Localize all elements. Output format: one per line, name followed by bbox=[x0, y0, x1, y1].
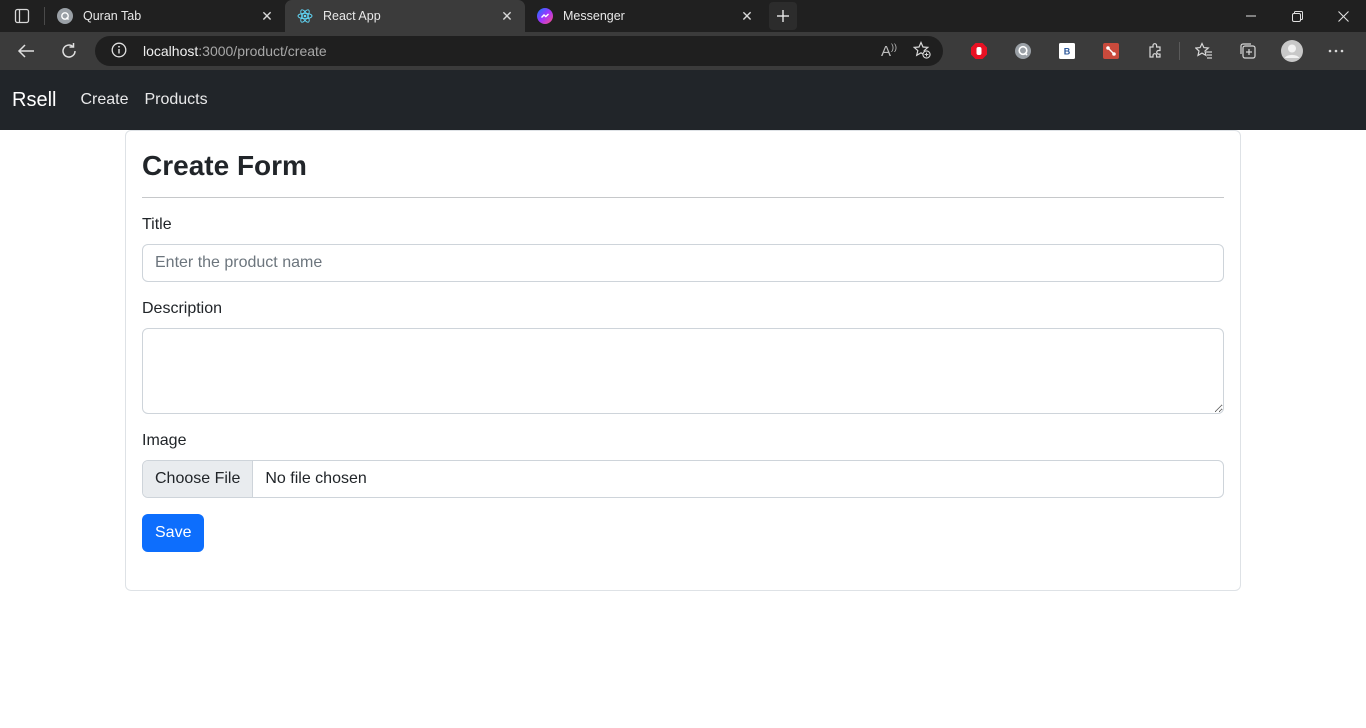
browser-tab-react-app[interactable]: React App ✕ bbox=[285, 0, 525, 32]
read-aloud-icon[interactable]: A)) bbox=[881, 42, 897, 60]
refresh-icon[interactable] bbox=[52, 36, 88, 66]
form-title: Create Form bbox=[142, 150, 307, 181]
collections-icon[interactable] bbox=[1226, 36, 1270, 66]
quran-extension-icon[interactable] bbox=[1001, 36, 1045, 66]
url-path: :3000/product/create bbox=[198, 43, 327, 59]
address-bar[interactable]: localhost:3000/product/create A)) bbox=[95, 36, 943, 66]
window-controls bbox=[1228, 0, 1366, 32]
nav-link-create[interactable]: Create bbox=[72, 91, 136, 109]
url-text: localhost:3000/product/create bbox=[143, 43, 881, 59]
browser-tab-quran[interactable]: Quran Tab ✕ bbox=[45, 0, 285, 32]
tab-title: React App bbox=[323, 9, 381, 23]
create-form-card: Create Form Title Description Image Choo… bbox=[125, 130, 1241, 591]
tab-actions-menu-icon[interactable] bbox=[7, 4, 37, 28]
add-favorite-icon[interactable] bbox=[912, 40, 931, 62]
url-host: localhost bbox=[143, 43, 199, 59]
save-button[interactable]: Save bbox=[142, 513, 205, 552]
new-tab-button[interactable] bbox=[769, 2, 797, 30]
restore-icon[interactable] bbox=[1274, 0, 1320, 32]
image-group: Image Choose File No file chosen bbox=[142, 432, 1224, 498]
minimize-icon[interactable] bbox=[1228, 0, 1274, 32]
close-tab-icon[interactable]: ✕ bbox=[499, 8, 515, 24]
b-extension-icon[interactable]: B bbox=[1045, 36, 1089, 66]
title-group: Title bbox=[142, 216, 1224, 282]
messenger-icon bbox=[537, 8, 553, 24]
profile-avatar-icon[interactable] bbox=[1270, 36, 1314, 66]
nav-link-products[interactable]: Products bbox=[136, 91, 215, 109]
tab-title: Messenger bbox=[563, 9, 625, 23]
toolbar-separator bbox=[1179, 42, 1180, 60]
favorites-icon[interactable] bbox=[1182, 36, 1226, 66]
brand-logo-link[interactable]: Rsell bbox=[12, 89, 56, 112]
browser-toolbar: localhost:3000/product/create A)) B bbox=[0, 32, 1366, 70]
tab-actions bbox=[0, 0, 44, 32]
image-label: Image bbox=[142, 431, 187, 449]
tab-title: Quran Tab bbox=[83, 9, 142, 23]
image-file-input[interactable]: Choose File No file chosen bbox=[142, 459, 1224, 498]
description-group: Description bbox=[142, 300, 1224, 414]
form-divider bbox=[142, 196, 1224, 198]
browser-tab-strip: Quran Tab ✕ React App ✕ Messenger ✕ bbox=[0, 0, 1366, 32]
git-extension-icon[interactable] bbox=[1089, 36, 1133, 66]
quran-tab-icon bbox=[57, 8, 73, 24]
choose-file-button[interactable]: Choose File bbox=[143, 460, 254, 497]
file-status-text: No file chosen bbox=[265, 469, 367, 487]
extensions-puzzle-icon[interactable] bbox=[1133, 36, 1177, 66]
more-options-icon[interactable] bbox=[1314, 36, 1358, 66]
site-info-icon[interactable] bbox=[111, 42, 127, 61]
svg-text:B: B bbox=[1064, 47, 1071, 57]
back-arrow-icon[interactable] bbox=[8, 36, 44, 66]
description-textarea[interactable] bbox=[142, 327, 1224, 414]
app-navbar: Rsell Create Products bbox=[0, 70, 1366, 130]
address-bar-actions: A)) bbox=[881, 40, 931, 62]
close-window-icon[interactable] bbox=[1320, 0, 1366, 32]
description-label: Description bbox=[142, 299, 223, 317]
title-label: Title bbox=[142, 215, 172, 233]
adblock-extension-icon[interactable] bbox=[957, 36, 1001, 66]
browser-tab-messenger[interactable]: Messenger ✕ bbox=[525, 0, 765, 32]
close-tab-icon[interactable]: ✕ bbox=[259, 8, 275, 24]
react-icon bbox=[297, 8, 313, 24]
extensions-toolbar: B bbox=[957, 36, 1358, 66]
close-tab-icon[interactable]: ✕ bbox=[739, 8, 755, 24]
title-input[interactable] bbox=[142, 243, 1224, 282]
